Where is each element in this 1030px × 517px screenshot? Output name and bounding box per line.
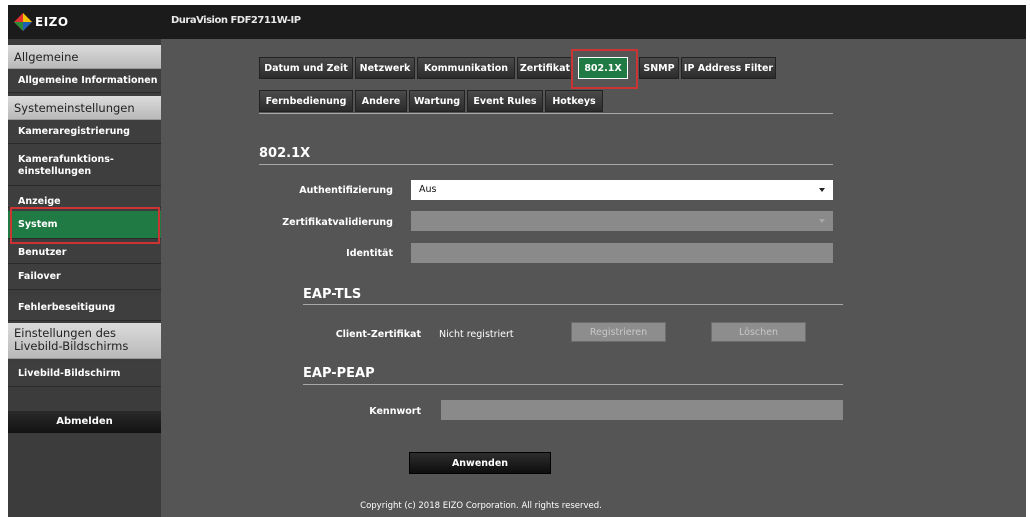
tab-event-rules[interactable]: Event Rules	[467, 90, 543, 112]
authentication-value: Aus	[419, 184, 437, 195]
password-label: Kennwort	[369, 406, 421, 417]
sidebar-item-general-info[interactable]: Allgemeine Informationen	[8, 69, 161, 93]
sidebar-section-general[interactable]: Allgemeine Informationen	[8, 45, 161, 88]
register-button[interactable]: Registrieren	[571, 322, 666, 342]
tab-ip-address-filter[interactable]: IP Address Filter	[681, 57, 776, 79]
logo-text: EIZO	[35, 15, 69, 29]
apply-button[interactable]: Anwenden	[409, 452, 551, 474]
sidebar-item-live-view[interactable]: Livebild-Bildschirm	[8, 361, 161, 387]
identity-label: Identität	[346, 248, 393, 259]
tab-communication[interactable]: Kommunikation	[417, 57, 515, 79]
delete-button[interactable]: Löschen	[711, 322, 806, 342]
device-name: DuraVision FDF2711W-IP	[171, 15, 301, 26]
certificate-validation-label: Zertifikatvalidierung	[282, 217, 393, 228]
tab-remote-control[interactable]: Fernbedienung	[259, 90, 353, 112]
copyright-text: Copyright (c) 2018 EIZO Corporation. All…	[360, 501, 602, 511]
sidebar: Allgemeine Informationen Allgemeine Info…	[8, 39, 161, 517]
sidebar-item-troubleshooting[interactable]: Fehlerbeseitigung	[8, 295, 161, 321]
tab-highlight-frame	[571, 49, 638, 89]
client-certificate-label: Client-Zertifikat	[335, 329, 421, 340]
sidebar-section-live-view-settings[interactable]: Einstellungen des Livebild-Bildschirms	[8, 323, 161, 359]
page-frame: EIZO DuraVision FDF2711W-IP Allgemeine I…	[0, 0, 1030, 517]
logout-button[interactable]: Abmelden	[8, 411, 161, 433]
tab-snmp[interactable]: SNMP	[639, 57, 679, 79]
chevron-down-icon	[819, 188, 825, 192]
section-divider-8021x	[259, 164, 833, 165]
sidebar-item-users[interactable]: Benutzer	[8, 244, 161, 264]
tab-maintenance[interactable]: Wartung	[409, 90, 465, 112]
tab-hotkeys[interactable]: Hotkeys	[545, 90, 603, 112]
authentication-label: Authentifizierung	[299, 185, 393, 196]
eizo-logo-icon	[14, 13, 32, 31]
identity-input[interactable]	[411, 243, 833, 263]
section-title-eap-peap: EAP-PEAP	[303, 366, 375, 381]
section-divider-eap-tls	[303, 304, 843, 305]
sidebar-highlight-frame	[10, 207, 160, 244]
certificate-validation-select[interactable]	[411, 211, 833, 231]
section-divider-eap-peap	[303, 384, 843, 385]
sidebar-item-failover[interactable]: Failover	[8, 264, 161, 290]
sidebar-section-system-settings[interactable]: Systemeinstellungen	[8, 96, 161, 120]
password-input[interactable]	[441, 400, 843, 420]
app-window: EIZO DuraVision FDF2711W-IP Allgemeine I…	[8, 5, 1026, 517]
authentication-select[interactable]: Aus	[411, 180, 833, 200]
top-bar: EIZO DuraVision FDF2711W-IP	[8, 5, 1026, 39]
sidebar-item-display[interactable]: Anzeige	[8, 186, 161, 208]
section-title-eap-tls: EAP-TLS	[303, 287, 362, 302]
sidebar-item-camera-registration[interactable]: Kameraregistrierung	[8, 120, 161, 144]
client-certificate-status: Nicht registriert	[439, 329, 514, 340]
chevron-down-icon	[819, 219, 825, 223]
tab-certificate[interactable]: Zertifikat	[517, 57, 573, 79]
section-title-8021x: 802.1X	[259, 146, 311, 161]
tab-network[interactable]: Netzwerk	[355, 57, 415, 79]
sidebar-item-camera-function-settings[interactable]: Kamerafunktions- einstellungen	[8, 144, 161, 186]
eizo-logo: EIZO	[14, 12, 69, 32]
tabs-divider	[259, 113, 833, 114]
tab-other[interactable]: Andere	[355, 90, 407, 112]
main-content: Datum und Zeit Netzwerk Kommunikation Ze…	[161, 39, 1026, 517]
tab-date-time[interactable]: Datum und Zeit	[259, 57, 353, 79]
